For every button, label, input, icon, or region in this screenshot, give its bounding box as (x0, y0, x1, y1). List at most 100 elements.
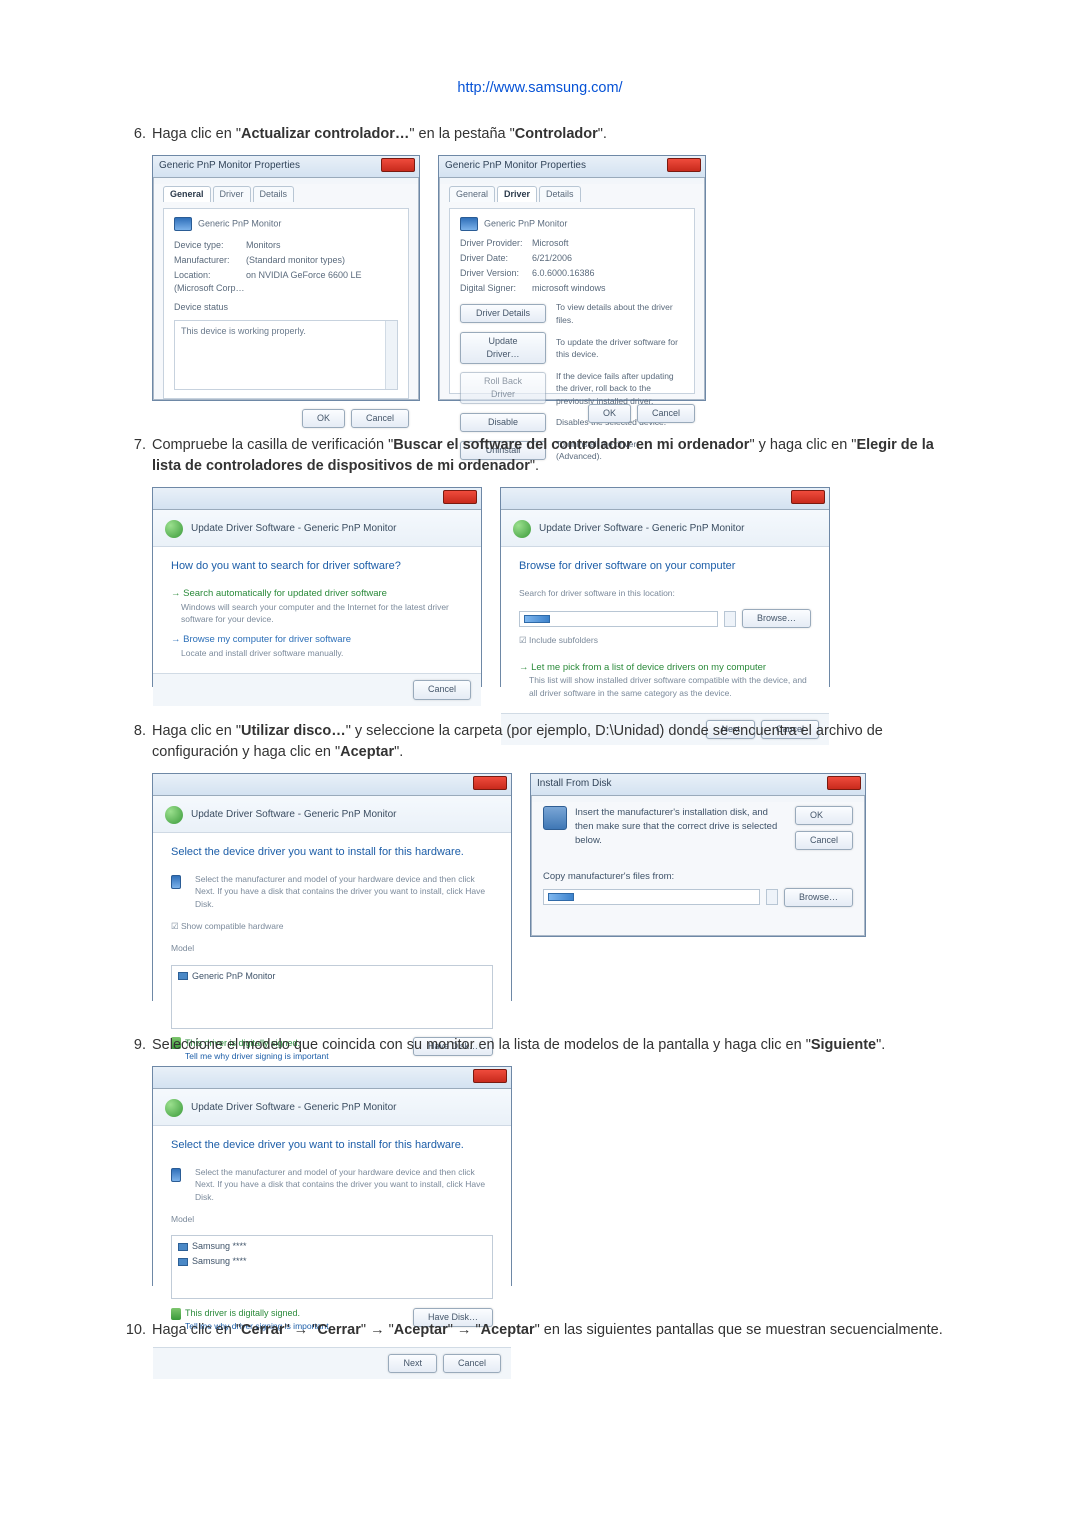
step-9-number: 9. (120, 1035, 146, 1056)
step-10-pre: Haga clic en " (152, 1322, 241, 1338)
step-6-text: Haga clic en "Actualizar controlador…" e… (152, 126, 607, 142)
step-8-pre: Haga clic en " (152, 723, 241, 739)
back-arrow-icon[interactable] (165, 806, 183, 824)
dialog-select-model: Update Driver Software - Generic PnP Mon… (152, 1066, 512, 1286)
step-8-text: Haga clic en "Utilizar disco…" y selecci… (152, 723, 883, 760)
back-arrow-icon[interactable] (165, 1099, 183, 1117)
dialog-update-browse: Update Driver Software - Generic PnP Mon… (500, 487, 830, 687)
close-icon[interactable] (473, 1069, 507, 1083)
value-provider: Microsoft (532, 238, 569, 248)
monitor-icon (171, 1168, 181, 1182)
option-search-auto[interactable]: → Search automatically for updated drive… (171, 587, 463, 625)
model-list[interactable]: Generic PnP Monitor (171, 965, 493, 1029)
scrollbar[interactable] (385, 321, 397, 389)
model-name: Samsung **** (192, 1240, 247, 1253)
titlebar (153, 774, 511, 796)
list-item[interactable]: Samsung **** (178, 1255, 486, 1268)
samsung-url: http://www.samsung.com/ (120, 80, 960, 96)
model-label: Model (171, 1213, 493, 1225)
path-combo[interactable] (519, 611, 718, 627)
browse-button[interactable]: Browse… (784, 888, 853, 907)
monitor-icon (171, 875, 181, 889)
include-subfolders[interactable]: ☑ Include subfolders (519, 634, 811, 646)
option-browse[interactable]: → Browse my computer for driver software… (171, 633, 463, 659)
ok-button[interactable]: OK (588, 404, 631, 423)
step-7-after: ". (530, 458, 539, 474)
tab-driver[interactable]: Driver (497, 186, 537, 202)
step-7-mid: " y haga clic en " (749, 437, 856, 453)
step-7-bold1: Buscar el software del controlador en mi… (393, 437, 749, 453)
samsung-link[interactable]: http://www.samsung.com/ (457, 80, 622, 96)
cancel-button[interactable]: Cancel (637, 404, 695, 423)
step-6-number: 6. (120, 124, 146, 145)
tab-details[interactable]: Details (253, 186, 295, 202)
step-8: 8. Haga clic en "Utilizar disco…" y sele… (120, 721, 960, 1001)
show-compatible[interactable]: ☑ Show compatible hardware (171, 920, 493, 932)
step-10-arr3: " → " (448, 1322, 481, 1338)
rollback-driver-button[interactable]: Roll Back Driver (460, 372, 546, 404)
label-provider: Driver Provider: (460, 237, 532, 250)
list-item[interactable]: Generic PnP Monitor (178, 970, 486, 983)
label-date: Driver Date: (460, 252, 532, 265)
step-10-b1: Cerrar (241, 1322, 285, 1338)
option-pick-list[interactable]: → Let me pick from a list of device driv… (519, 661, 811, 699)
tab-details[interactable]: Details (539, 186, 581, 202)
titlebar (501, 488, 829, 510)
titlebar: Install From Disk (531, 774, 865, 796)
step-8-after: ". (394, 744, 403, 760)
dialog-update-search: Update Driver Software - Generic PnP Mon… (152, 487, 482, 687)
monitor-mini-icon (178, 1258, 188, 1266)
close-icon[interactable] (791, 490, 825, 504)
cancel-button[interactable]: Cancel (795, 831, 853, 850)
dialog-install-from-disk: Install From Disk Insert the manufacture… (530, 773, 866, 937)
option-search-auto-label: Search automatically for updated driver … (183, 588, 387, 599)
ok-button[interactable]: OK (302, 409, 345, 428)
step-9-pre: Seleccione el modelo que coincida con su… (152, 1037, 811, 1053)
model-name: Generic PnP Monitor (192, 970, 275, 983)
show-compatible-label: Show compatible hardware (181, 921, 284, 931)
step-9-text: Seleccione el modelo que coincida con su… (152, 1037, 885, 1053)
wizard-subtitle: Update Driver Software - Generic PnP Mon… (539, 522, 744, 537)
model-name: Samsung **** (192, 1255, 247, 1268)
label-version: Driver Version: (460, 267, 532, 280)
close-icon[interactable] (381, 158, 415, 172)
step-10: 10. Haga clic en "Cerrar" → "Cerrar" → "… (120, 1320, 960, 1341)
dialog-select-driver: Update Driver Software - Generic PnP Mon… (152, 773, 512, 1001)
list-item[interactable]: Samsung **** (178, 1240, 486, 1253)
dropdown-icon[interactable] (766, 889, 778, 905)
cancel-button[interactable]: Cancel (443, 1354, 501, 1373)
disable-button[interactable]: Disable (460, 413, 546, 432)
ok-button[interactable]: OK (795, 806, 853, 825)
close-icon[interactable] (667, 158, 701, 172)
step-10-after: " en las siguientes pantallas que se mue… (535, 1322, 943, 1338)
step-10-b3: Aceptar (394, 1322, 448, 1338)
monitor-mini-icon (178, 1243, 188, 1251)
cancel-button[interactable]: Cancel (351, 409, 409, 428)
browse-button[interactable]: Browse… (742, 609, 811, 628)
driver-details-button[interactable]: Driver Details (460, 304, 546, 323)
close-icon[interactable] (827, 776, 861, 790)
value-version: 6.0.6000.16386 (532, 268, 595, 278)
device-status-text: This device is working properly. (181, 326, 306, 336)
titlebar (153, 1067, 511, 1089)
value-signer: microsoft windows (532, 283, 606, 293)
next-button[interactable]: Next (388, 1354, 437, 1373)
tab-general[interactable]: General (163, 186, 211, 202)
path-selection (548, 893, 574, 901)
path-combo[interactable] (543, 889, 760, 905)
close-icon[interactable] (443, 490, 477, 504)
back-arrow-icon[interactable] (513, 520, 531, 538)
update-driver-button[interactable]: Update Driver… (460, 332, 546, 364)
tab-driver[interactable]: Driver (213, 186, 251, 202)
tab-general[interactable]: General (449, 186, 495, 202)
tabs: General Driver Details (163, 186, 409, 202)
monitor-mini-icon (178, 972, 188, 980)
value-date: 6/21/2006 (532, 253, 572, 263)
step-10-arr1: " → " (285, 1322, 318, 1338)
dropdown-icon[interactable] (724, 611, 736, 627)
cancel-button[interactable]: Cancel (413, 680, 471, 699)
back-arrow-icon[interactable] (165, 520, 183, 538)
model-list[interactable]: Samsung **** Samsung **** (171, 1235, 493, 1299)
step-7: 7. Compruebe la casilla de verificación … (120, 435, 960, 687)
close-icon[interactable] (473, 776, 507, 790)
